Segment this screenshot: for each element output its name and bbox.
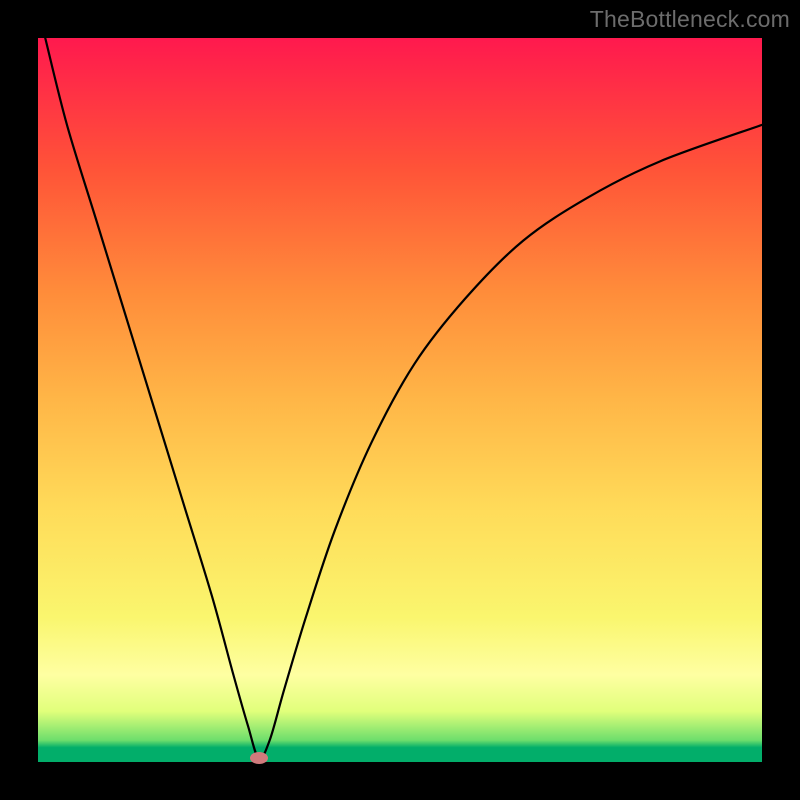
minimum-marker [250, 752, 268, 764]
bottleneck-curve [38, 38, 762, 762]
watermark-text: TheBottleneck.com [590, 6, 790, 33]
chart-frame: TheBottleneck.com [0, 0, 800, 800]
plot-area [38, 38, 762, 762]
